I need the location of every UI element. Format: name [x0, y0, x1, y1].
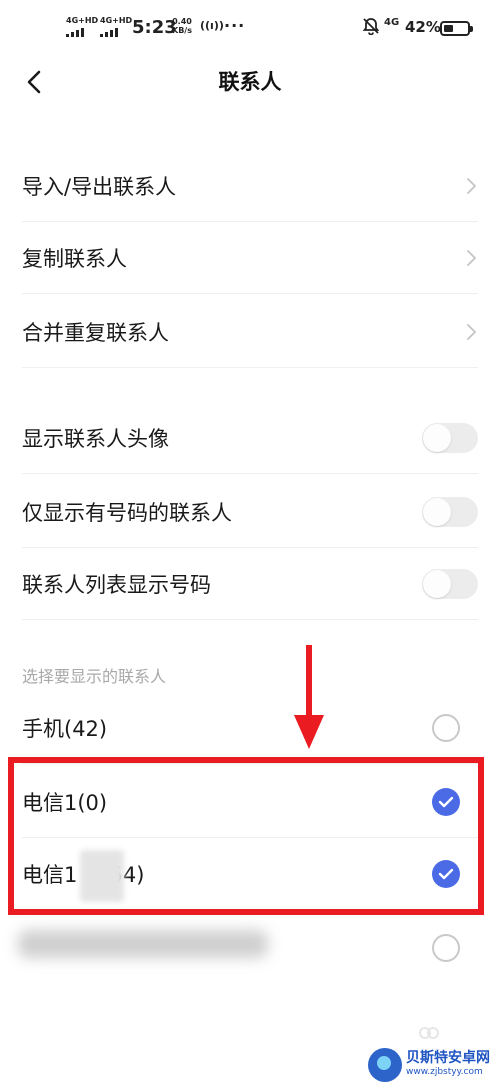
check-circle-icon[interactable]	[432, 860, 460, 888]
redaction-blur	[18, 930, 268, 958]
sim2-label: 4G+HD	[100, 16, 133, 25]
account-label-prefix: 电信1	[22, 863, 78, 887]
switch-knob	[423, 498, 451, 526]
status-bar: 4G+HD 4G+HD 5:23 0.40 KB/s ((ı)) ··· 4G …	[0, 0, 500, 58]
section-header: 选择要显示的联系人	[22, 667, 167, 686]
watermark-url: www.zjbstyy.com	[406, 1067, 483, 1077]
check-circle-icon[interactable]	[432, 788, 460, 816]
chevron-right-icon	[467, 250, 476, 266]
app-header: 联系人	[0, 58, 500, 108]
account-item-telecom2[interactable]: 电信1(54)	[0, 838, 500, 910]
account-label: 电信1(0)	[22, 791, 108, 815]
menu-item-copy-contacts[interactable]: 复制联系人	[0, 222, 500, 294]
toggle-row-only-with-number[interactable]: 仅显示有号码的联系人	[0, 476, 500, 548]
chevron-right-icon	[467, 178, 476, 194]
network-speed: 0.40 KB/s	[172, 17, 192, 35]
sim1-signal-icon: 4G+HD	[66, 16, 98, 37]
divider	[22, 367, 478, 368]
clock: 5:23	[132, 17, 177, 38]
switch-knob	[423, 570, 451, 598]
menu-item-label: 复制联系人	[22, 247, 127, 271]
chevron-right-icon	[467, 324, 476, 340]
network-speed-value: 0.40	[172, 17, 192, 26]
battery-percent: 42%	[405, 18, 441, 36]
sim2-signal-icon: 4G+HD	[100, 16, 132, 37]
account-item-phone[interactable]: 手机(42)	[0, 692, 500, 764]
menu-item-merge-duplicates[interactable]: 合并重复联系人	[0, 296, 500, 368]
divider	[22, 619, 478, 620]
radio-unchecked-icon[interactable]	[432, 714, 460, 742]
divider	[22, 293, 478, 294]
radio-unchecked-icon[interactable]	[432, 934, 460, 962]
toggle-label: 显示联系人头像	[22, 427, 169, 451]
menu-item-label: 导入/导出联系人	[22, 175, 177, 199]
redaction-blur	[80, 850, 124, 902]
divider	[22, 763, 478, 764]
toggle-row-show-number-in-list[interactable]: 联系人列表显示号码	[0, 548, 500, 620]
account-label: 手机(42)	[22, 717, 108, 741]
sim1-label: 4G+HD	[66, 16, 99, 25]
mute-bell-icon	[362, 18, 380, 35]
toggle-label: 联系人列表显示号码	[22, 573, 211, 597]
more-notifications-icon: ···	[224, 16, 246, 35]
account-item-telecom1[interactable]: 电信1(0)	[0, 766, 500, 838]
only-with-number-switch[interactable]	[422, 497, 478, 527]
mobile-data-indicator: 4G	[384, 17, 400, 28]
watermark-logo-icon	[368, 1048, 402, 1082]
toggle-row-show-avatar[interactable]: 显示联系人头像	[0, 402, 500, 474]
divider	[22, 473, 478, 474]
show-number-in-list-switch[interactable]	[422, 569, 478, 599]
hotspot-icon: ((ı))	[200, 19, 224, 32]
watermark: 贝斯特安卓网 www.zjbstyy.com	[368, 1046, 498, 1082]
battery-icon	[440, 21, 473, 36]
faint-icon	[419, 1027, 439, 1039]
switch-knob	[423, 424, 451, 452]
menu-item-import-export[interactable]: 导入/导出联系人	[0, 150, 500, 222]
toggle-label: 仅显示有号码的联系人	[22, 501, 232, 525]
watermark-title: 贝斯特安卓网	[406, 1050, 490, 1066]
arrow-down-icon	[294, 645, 324, 749]
menu-item-label: 合并重复联系人	[22, 321, 169, 345]
page-title: 联系人	[218, 70, 282, 94]
battery-fill	[444, 25, 453, 32]
network-speed-unit: KB/s	[172, 26, 192, 35]
show-avatar-switch[interactable]	[422, 423, 478, 453]
